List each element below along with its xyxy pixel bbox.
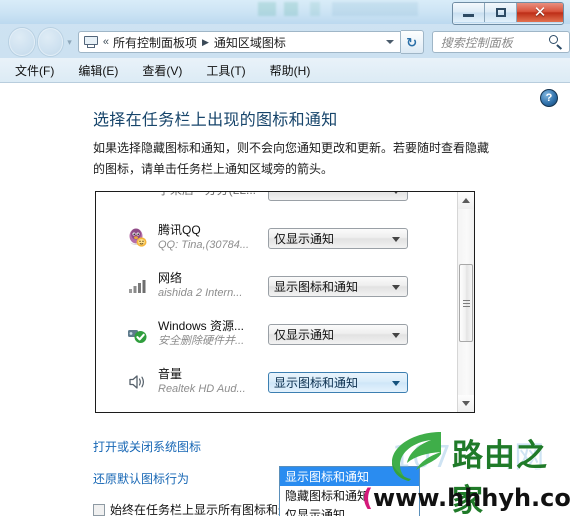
- behavior-combobox[interactable]: 显示图标和通知: [268, 275, 408, 297]
- behavior-combobox[interactable]: [268, 192, 408, 201]
- list-item[interactable]: 字来店 - 分分(LL...: [96, 192, 458, 214]
- menu-item-file[interactable]: 文件(F): [6, 62, 63, 79]
- address-bar[interactable]: « 所有控制面板项 ▶ 通知区域图标: [77, 31, 401, 53]
- list-item[interactable]: Windows 资源... 安全删除硬件并... 仅显示通知: [96, 310, 458, 358]
- link-restore-default-icon-behavior[interactable]: 还原默认图标行为: [93, 470, 189, 487]
- search-input[interactable]: 搜索控制面板: [431, 31, 570, 53]
- titlebar-artifact: [258, 2, 418, 16]
- behavior-combobox[interactable]: 仅显示通知: [268, 323, 408, 345]
- scrollbar-thumb[interactable]: [459, 264, 473, 342]
- clipped-icon: [126, 192, 148, 201]
- list-item-name: 音量: [158, 367, 183, 381]
- list-item-name: 腾讯QQ: [158, 223, 201, 237]
- qq-penguin-icon: [126, 227, 148, 249]
- refresh-button[interactable]: ↻: [400, 30, 424, 54]
- menu-item-edit[interactable]: 编辑(E): [69, 62, 127, 79]
- behavior-value: 仅显示通知: [274, 231, 335, 246]
- chevron-down-icon: [392, 332, 400, 338]
- chevron-down-icon: [392, 284, 400, 290]
- content-pane: ? 选择在任务栏上出现的图标和通知 如果选择隐藏图标和通知，则不会向您通知更改和…: [0, 82, 570, 516]
- chevron-down-icon: [392, 192, 400, 194]
- link-toggle-system-icons[interactable]: 打开或关闭系统图标: [93, 438, 201, 455]
- behavior-dropdown-popup[interactable]: 显示图标和通知 隐藏图标和通知 仅显示通知: [279, 466, 420, 516]
- dropdown-option-show-icon-and-notifications[interactable]: 显示图标和通知: [280, 467, 419, 486]
- breadcrumb-root[interactable]: 所有控制面板项: [113, 34, 197, 51]
- menu-item-view[interactable]: 查看(V): [133, 62, 191, 79]
- refresh-icon: ↻: [406, 34, 418, 50]
- list-item[interactable]: 音量 Realtek HD Aud... 显示图标和通知: [96, 358, 458, 406]
- maximize-icon: [495, 8, 506, 17]
- grip-icon: [462, 299, 470, 307]
- close-icon: ✕: [533, 4, 547, 21]
- list-item-sub: 安全删除硬件并...: [158, 335, 245, 347]
- list-item[interactable]: 腾讯QQ QQ: Tina,(30784... 仅显示通知: [96, 214, 458, 262]
- behavior-combobox-open[interactable]: 显示图标和通知: [268, 371, 408, 393]
- chevron-down-icon: [392, 380, 400, 386]
- search-placeholder: 搜索控制面板: [440, 35, 513, 50]
- page-title: 选择在任务栏上出现的图标和通知: [93, 112, 338, 129]
- chevron-down-icon[interactable]: [385, 40, 394, 44]
- list-item[interactable]: 宽带上网助手家: [96, 406, 458, 412]
- list-item-name: 网络: [158, 271, 183, 285]
- behavior-combobox[interactable]: 仅显示通知: [268, 227, 408, 249]
- behavior-value: 仅显示通知: [274, 327, 335, 342]
- minimize-icon: [463, 14, 474, 17]
- breadcrumb-overflow-icon[interactable]: «: [103, 36, 109, 48]
- breadcrumb-separator-icon[interactable]: ▶: [202, 37, 209, 48]
- control-panel-icon: [83, 35, 99, 49]
- forward-button[interactable]: [37, 28, 64, 56]
- usb-safely-remove-icon: [126, 323, 148, 345]
- menu-bar: 文件(F) 编辑(E) 查看(V) 工具(T) 帮助(H): [0, 58, 570, 82]
- breadcrumb-current[interactable]: 通知区域图标: [214, 34, 286, 51]
- chevron-down-icon: [392, 236, 400, 242]
- list-item-sub: Realtek HD Aud...: [158, 383, 246, 395]
- notification-icons-list[interactable]: 字来店 - 分分(LL...: [95, 191, 475, 413]
- chevron-up-icon: [462, 198, 470, 203]
- list-item-sub: QQ: Tina,(30784...: [158, 239, 250, 251]
- close-button[interactable]: ✕: [517, 3, 563, 22]
- window-frame: ✕ ▾ « 所有控制面板项 ▶ 通知区域图标 ↻ 搜索控制面板 文件(F) 编辑…: [0, 0, 570, 516]
- dropdown-option-only-show-notifications[interactable]: 仅显示通知: [280, 505, 419, 516]
- back-button[interactable]: [9, 28, 35, 56]
- page-description: 如果选择隐藏图标和通知，则不会向您通知更改和更新。若要随时查看隐藏的图标，请单击…: [93, 141, 490, 176]
- search-icon: [547, 35, 565, 50]
- list-item-name: Windows 资源...: [158, 319, 245, 333]
- list-item-name: 字来店 - 分分(LL...: [158, 192, 268, 198]
- dropdown-option-hide-icon-and-notifications[interactable]: 隐藏图标和通知: [280, 486, 419, 505]
- network-signal-icon: [126, 275, 148, 297]
- navigation-bar: ▾ « 所有控制面板项 ▶ 通知区域图标 ↻ 搜索控制面板: [0, 26, 570, 58]
- volume-speaker-icon: [126, 371, 148, 393]
- list-item-sub: aishida 2 Intern...: [158, 287, 243, 299]
- behavior-value: 显示图标和通知: [274, 375, 359, 390]
- behavior-value: 显示图标和通知: [274, 279, 359, 294]
- menu-item-help[interactable]: 帮助(H): [261, 62, 320, 79]
- scroll-down-button[interactable]: [458, 395, 474, 412]
- window-controls: ✕: [452, 2, 564, 25]
- always-show-all-icons-checkbox[interactable]: [93, 503, 105, 516]
- list-item[interactable]: 网络 aishida 2 Intern... 显示图标和通知: [96, 262, 458, 310]
- help-icon[interactable]: ?: [540, 89, 558, 107]
- minimize-button[interactable]: [453, 3, 485, 22]
- chevron-down-icon: [462, 401, 470, 406]
- list-scrollbar[interactable]: [457, 192, 474, 412]
- maximize-button[interactable]: [485, 3, 517, 22]
- scroll-up-button[interactable]: [458, 192, 474, 209]
- menu-item-tools[interactable]: 工具(T): [197, 62, 254, 79]
- nav-history-icon[interactable]: ▾: [67, 37, 72, 48]
